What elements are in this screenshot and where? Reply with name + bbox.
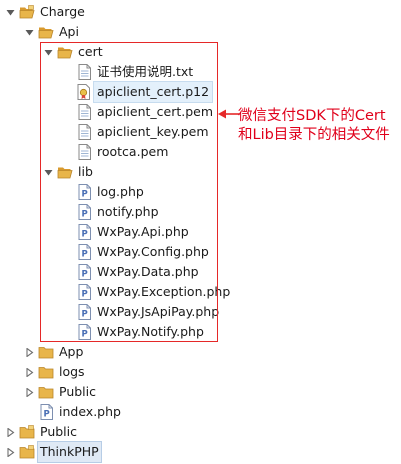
folder-icon	[38, 24, 54, 40]
project-folder-icon	[19, 424, 35, 440]
tree-item-api[interactable]: Api	[23, 22, 79, 42]
expanded-chevron-icon[interactable]	[4, 6, 16, 18]
tree-item-label: Charge	[40, 4, 85, 19]
collapsed-chevron-icon[interactable]	[4, 426, 16, 438]
highlight-box	[40, 42, 218, 342]
arrow-icon	[218, 109, 239, 119]
folder-icon	[38, 344, 54, 360]
tree-item-thinkphp[interactable]: ThinkPHP	[4, 441, 102, 463]
tree-item-label: ThinkPHP	[37, 441, 102, 463]
project-folder-icon	[19, 4, 35, 20]
tree-item-label: Public	[40, 424, 77, 439]
collapsed-chevron-icon[interactable]	[23, 366, 35, 378]
collapsed-chevron-icon[interactable]	[23, 346, 35, 358]
tree-item-label: index.php	[59, 404, 121, 419]
tree-item-charge[interactable]: Charge	[4, 2, 85, 22]
svg-text:P: P	[43, 410, 49, 420]
tree-item-label: logs	[59, 364, 85, 379]
folder-icon	[38, 384, 54, 400]
tree-item-label: Public	[59, 384, 96, 399]
tree-item-app[interactable]: App	[23, 342, 83, 362]
expanded-chevron-icon[interactable]	[23, 26, 35, 38]
tree-item-label: Api	[59, 24, 79, 39]
php-file-icon: P	[38, 404, 54, 420]
tree-item-label: App	[59, 344, 84, 359]
tree-item-public[interactable]: Public	[23, 382, 96, 402]
tree-item-index-php[interactable]: Pindex.php	[23, 402, 121, 422]
collapsed-chevron-icon[interactable]	[4, 446, 16, 458]
project-folder-icon	[19, 444, 35, 460]
tree-item-public[interactable]: Public	[4, 422, 77, 442]
collapsed-chevron-icon[interactable]	[23, 386, 35, 398]
folder-icon	[38, 364, 54, 380]
annotation-text: 微信支付SDK下的Cert和Lib目录下的相关文件	[238, 108, 390, 143]
tree-item-logs[interactable]: logs	[23, 362, 85, 382]
